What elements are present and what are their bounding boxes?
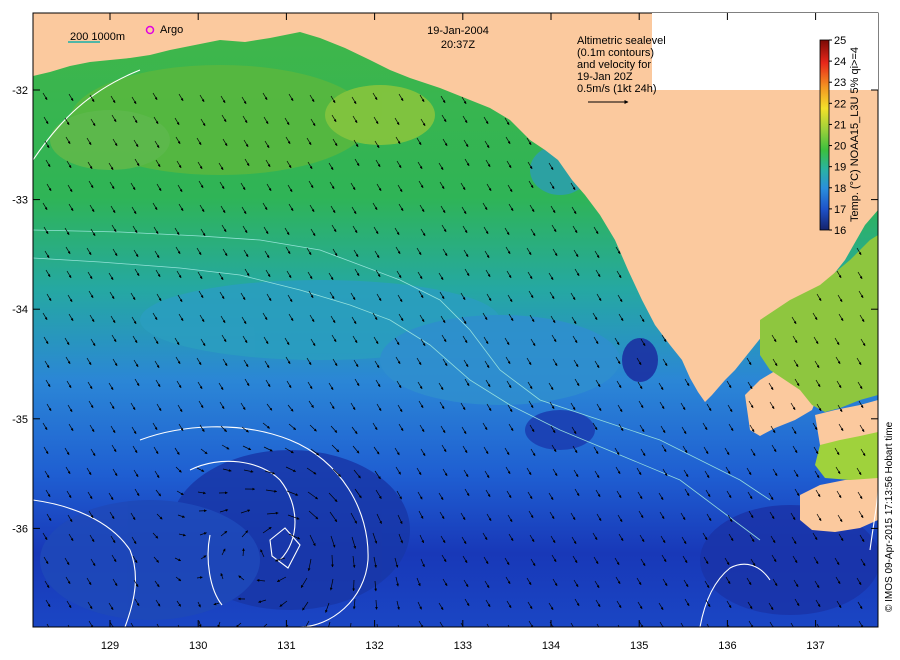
colorbar-tick-label: 18 — [834, 183, 846, 195]
scale-label: 200 1000m — [70, 31, 125, 43]
colorbar-tick-label: 21 — [834, 119, 846, 131]
map-time: 20:37Z — [441, 39, 476, 51]
colorbar-tick-label: 16 — [834, 225, 846, 237]
colorbar-ramp — [819, 39, 830, 231]
colorbar-title: Temp. (°C) NOAA15_L3U 5% qi>=4 — [849, 47, 861, 222]
lon-tick-label: 134 — [542, 640, 560, 652]
lat-tick-label: -34 — [12, 304, 28, 316]
colorbar-tick-label: 25 — [834, 35, 846, 47]
colorbar-tick-label: 24 — [834, 56, 846, 68]
colorbar-tick-label: 20 — [834, 141, 846, 153]
plot-area — [33, 13, 878, 627]
argo-label: Argo — [160, 24, 183, 36]
lon-tick-label: 136 — [718, 640, 736, 652]
colorbar-tick-label: 22 — [834, 98, 846, 110]
lat-tick-label: -36 — [12, 523, 28, 535]
lon-tick-label: 130 — [189, 640, 207, 652]
lon-tick-label: 135 — [630, 640, 648, 652]
lon-tick-label: 133 — [454, 640, 472, 652]
lon-tick-label: 132 — [365, 640, 383, 652]
annotation-line: 19-Jan 20Z — [577, 71, 633, 83]
annotation-line: and velocity for — [577, 59, 651, 71]
map-date: 19-Jan-2004 — [427, 25, 489, 37]
sst-map: 19-Jan-2004 20:37Z 200 1000m Argo Altime… — [12, 12, 895, 652]
colorbar-tick-label: 19 — [834, 162, 846, 174]
lat-tick-label: -33 — [12, 195, 28, 207]
lon-tick-label: 131 — [277, 640, 295, 652]
colorbar-tick-label: 23 — [834, 77, 846, 89]
annotation-line: Altimetric sealevel — [577, 35, 666, 47]
lat-tick-label: -35 — [12, 414, 28, 426]
colorbar-tick-label: 17 — [834, 204, 846, 216]
annotation-line: (0.1m contours) — [577, 47, 654, 59]
annotation-line: 0.5m/s (1kt 24h) — [577, 83, 656, 95]
lat-tick-label: -32 — [12, 85, 28, 97]
lon-tick-label: 137 — [806, 640, 824, 652]
credit-text: © IMOS 09-Apr-2015 17:13:56 Hobart time — [884, 421, 895, 612]
lon-tick-label: 129 — [101, 640, 119, 652]
